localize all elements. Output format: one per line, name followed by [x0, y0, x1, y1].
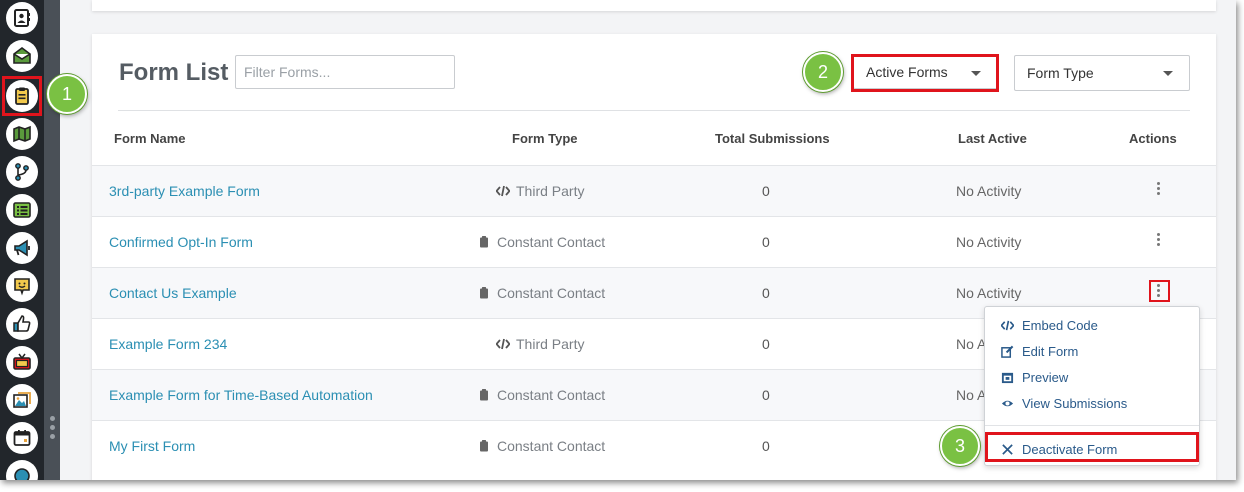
table-row: 3rd-party Example Form Third Party 0 No …: [92, 165, 1216, 216]
step-badge-2: 2: [803, 52, 843, 92]
caret-down-icon: [1163, 71, 1173, 76]
page-title: Form List: [119, 59, 229, 86]
form-name-link[interactable]: Contact Us Example: [109, 285, 237, 301]
submission-count: 0: [762, 285, 770, 301]
edit-icon: [1001, 345, 1014, 358]
submission-count: 0: [762, 234, 770, 250]
thumbs-up-icon[interactable]: [6, 308, 38, 340]
eye-icon: [1001, 400, 1014, 407]
code-icon: [1001, 320, 1014, 331]
column-header-form-name[interactable]: Form Name: [114, 131, 186, 146]
automation-icon[interactable]: [6, 156, 38, 188]
menu-item-label: Preview: [1022, 370, 1069, 385]
menu-item-label: View Submissions: [1022, 396, 1128, 411]
megaphone-icon[interactable]: [6, 232, 38, 264]
header-divider: [118, 110, 1190, 111]
menu-item-label: Embed Code: [1022, 318, 1098, 333]
menu-item-view-submissions[interactable]: View Submissions: [1001, 396, 1127, 411]
menu-item-embed-code[interactable]: Embed Code: [1001, 318, 1098, 333]
forms-nav-highlight: [2, 76, 42, 116]
clipboard-icon: [480, 389, 488, 401]
row-actions-kebab-icon[interactable]: [1154, 182, 1162, 200]
clipboard-icon: [480, 440, 488, 452]
last-active-value: No A: [956, 387, 987, 403]
contacts-icon[interactable]: [6, 2, 38, 34]
last-active-value: No A: [956, 336, 987, 352]
form-type-label: Third Party: [516, 183, 585, 199]
form-name-link[interactable]: Example Form for Time-Based Automation: [109, 387, 373, 403]
calendar-icon[interactable]: [6, 422, 38, 454]
sidebar-resize-grip-icon[interactable]: [48, 416, 56, 444]
status-filter-highlight: [851, 54, 999, 92]
form-name-link[interactable]: Example Form 234: [109, 336, 227, 352]
chat-icon[interactable]: [6, 270, 38, 302]
code-icon: [496, 338, 510, 350]
menu-divider: [985, 425, 1199, 426]
code-icon: [496, 185, 510, 197]
submission-count: 0: [762, 336, 770, 352]
form-type-select[interactable]: Form Type: [1014, 55, 1190, 91]
column-header-last-active[interactable]: Last Active: [958, 131, 1027, 146]
clipboard-icon: [480, 287, 488, 299]
form-type-label: Constant Contact: [497, 285, 606, 301]
form-name-link[interactable]: Confirmed Opt-In Form: [109, 234, 253, 250]
form-name-link[interactable]: 3rd-party Example Form: [109, 183, 260, 199]
row-actions-highlight: [1149, 280, 1170, 302]
map-icon[interactable]: [6, 118, 38, 150]
previous-card: [92, 0, 1216, 11]
tv-icon[interactable]: [6, 346, 38, 378]
table-row: Confirmed Opt-In Form Constant Contact 0…: [92, 216, 1216, 267]
form-type-label: Constant Contact: [497, 387, 606, 403]
form-type-label: Constant Contact: [497, 438, 606, 454]
submission-count: 0: [762, 438, 770, 454]
step-badge-3: 3: [940, 426, 980, 466]
form-type-cell: Third Party: [496, 336, 584, 352]
images-icon[interactable]: [6, 384, 38, 416]
clipboard-icon: [480, 236, 488, 248]
step-badge-1: 1: [47, 74, 87, 114]
row-actions-kebab-icon[interactable]: [1154, 233, 1162, 251]
menu-item-preview[interactable]: Preview: [1001, 370, 1068, 385]
submission-count: 0: [762, 183, 770, 199]
lists-icon[interactable]: [6, 194, 38, 226]
form-name-link[interactable]: My First Form: [109, 438, 195, 454]
form-type-cell: Constant Contact: [477, 438, 605, 454]
form-type-label: Constant Contact: [497, 234, 606, 250]
column-header-total-submissions[interactable]: Total Submissions: [715, 131, 830, 146]
email-icon[interactable]: [6, 40, 38, 72]
deactivate-highlight: [985, 432, 1199, 462]
form-type-value: Form Type: [1027, 65, 1094, 81]
app-frame: Form List Active Forms Form Type Form Na…: [0, 0, 1236, 480]
form-type-cell: Constant Contact: [477, 234, 605, 250]
last-active-value: No Activity: [956, 183, 1022, 199]
sidebar-collapse-edge[interactable]: [44, 0, 60, 480]
menu-item-label: Edit Form: [1022, 344, 1079, 359]
last-active-value: No Activity: [956, 285, 1022, 301]
form-type-cell: Constant Contact: [477, 387, 605, 403]
last-active-value: No Activity: [956, 234, 1022, 250]
column-header-actions: Actions: [1129, 131, 1177, 146]
form-type-cell: Constant Contact: [477, 285, 605, 301]
form-type-cell: Third Party: [496, 183, 584, 199]
filter-forms-input[interactable]: [235, 55, 455, 89]
column-header-form-type[interactable]: Form Type: [512, 131, 578, 146]
preview-icon: [1001, 372, 1014, 384]
submission-count: 0: [762, 387, 770, 403]
form-type-label: Third Party: [516, 336, 585, 352]
menu-item-edit-form[interactable]: Edit Form: [1001, 344, 1078, 359]
